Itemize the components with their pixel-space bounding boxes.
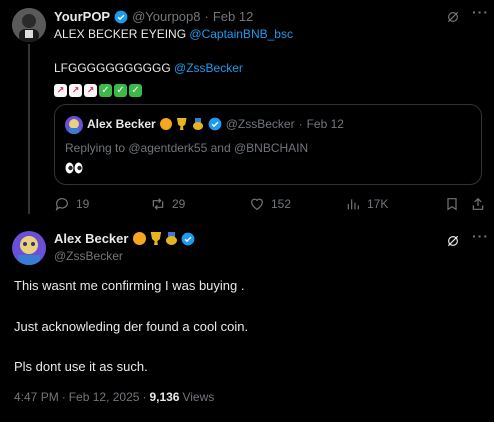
medal-emoji-icon: [165, 232, 178, 245]
display-name[interactable]: Alex Becker: [54, 231, 128, 246]
verified-badge-icon: [114, 10, 128, 23]
mention-link[interactable]: @CaptainBNB_bsc: [189, 27, 293, 41]
repost-count: 29: [172, 197, 186, 211]
separator-dot: ·: [61, 390, 66, 404]
avatar-yourpop[interactable]: [12, 8, 46, 42]
separator-dot: ·: [204, 9, 209, 24]
timestamp[interactable]: Feb 12: [213, 9, 253, 24]
views-chart-icon: [347, 199, 359, 210]
tweet-date[interactable]: Feb 12, 2025: [69, 390, 140, 404]
views-count: 17K: [367, 197, 389, 211]
reply-button[interactable]: 19: [54, 196, 89, 212]
display-name: Alex Becker: [87, 117, 156, 131]
orange-emoji-icon: [133, 232, 147, 245]
tweet-time[interactable]: 4:47 PM: [14, 390, 59, 404]
trophy-emoji-icon: [176, 118, 187, 130]
like-button[interactable]: 152: [249, 196, 291, 212]
verified-badge-icon: [182, 232, 195, 245]
reply-count: 19: [76, 197, 90, 211]
display-name[interactable]: YourPOP: [54, 9, 110, 24]
views-label: Views: [182, 390, 215, 404]
quoted-tweet[interactable]: Alex Becker @ZssBecker · Feb 12 Replying…: [54, 104, 482, 185]
check-mark-button-icon: ✓: [129, 84, 142, 97]
handle[interactable]: @ZssBecker: [54, 249, 123, 263]
verified-badge-icon: [208, 117, 222, 131]
timestamp: Feb 12: [306, 117, 344, 131]
heart-icon: [251, 198, 263, 211]
more-options-icon[interactable]: ···: [472, 228, 489, 244]
check-mark-button-icon: ✓: [114, 84, 127, 97]
avatar-alex-becker-small[interactable]: [65, 116, 83, 134]
grok-icon[interactable]: [446, 10, 460, 29]
grok-icon[interactable]: [446, 234, 460, 253]
orange-emoji-icon: [159, 118, 172, 130]
tweet-text-line: Pls dont use it as such.: [14, 359, 148, 374]
chart-increasing-icon: ↗: [69, 84, 82, 97]
tweet-meta: 4:47 PM · Feb 12, 2025 · 9,136 Views: [14, 390, 214, 404]
separator-dot: ·: [298, 117, 303, 131]
thread-connector: [28, 44, 30, 214]
tweet-text-line: This wasnt me confirming I was buying .: [14, 278, 245, 293]
medal-emoji-icon: [192, 118, 204, 130]
views-count: 9,136: [149, 390, 180, 404]
avatar-alex-becker[interactable]: [12, 231, 46, 265]
mention-link[interactable]: @ZssBecker: [174, 61, 243, 75]
chart-increasing-icon: ↗: [84, 84, 97, 97]
repost-button[interactable]: 29: [150, 196, 185, 212]
trophy-emoji-icon: [150, 232, 162, 245]
reply-icon: [55, 198, 68, 211]
handle[interactable]: @Yourpop8: [132, 9, 200, 24]
chart-increasing-icon: ↗: [54, 84, 67, 97]
tweet-text: ALEX BECKER EYEING: [54, 27, 190, 41]
bookmark-icon: [447, 198, 457, 211]
tweet-text: LFGGGGGGGGGGG: [54, 61, 175, 75]
replying-to-text: Replying to @agentderk55 and @BNBCHAIN: [65, 141, 309, 155]
tweet-text-line: Just acknowleding der found a cool coin.: [14, 319, 249, 334]
separator-dot: ·: [142, 390, 147, 404]
emoji-row: ↗ ↗ ↗ ✓ ✓ ✓: [54, 78, 144, 97]
share-button[interactable]: [470, 196, 486, 212]
eyes-emoji-icon: [65, 161, 83, 179]
more-options-icon[interactable]: ···: [472, 4, 489, 20]
like-count: 152: [271, 197, 292, 211]
views-button[interactable]: 17K: [345, 196, 388, 212]
share-icon: [472, 197, 484, 210]
bookmark-button[interactable]: [444, 196, 460, 212]
check-mark-button-icon: ✓: [99, 84, 112, 97]
handle: @ZssBecker: [225, 117, 295, 131]
repost-icon: [152, 198, 164, 210]
